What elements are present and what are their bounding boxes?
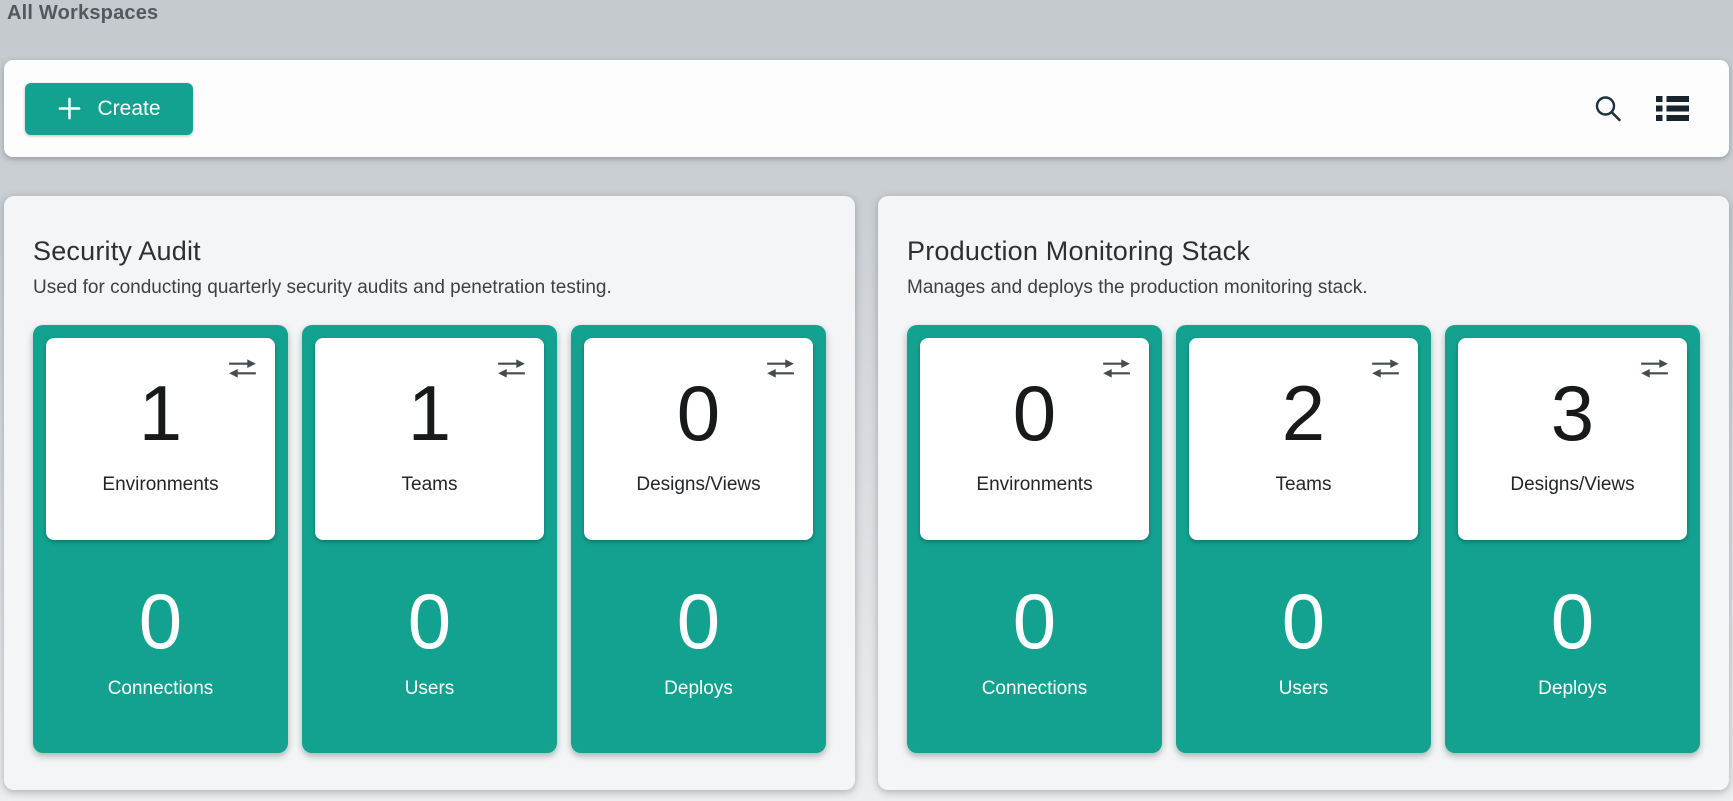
stat-card-back: 0 Connections <box>920 540 1149 740</box>
stat-card-back: 0 Deploys <box>1458 540 1687 740</box>
workspace-title: Security Audit <box>33 236 826 267</box>
workspace-stats-row: 0 Environments 0 Connections <box>907 325 1700 753</box>
swap-arrows-icon[interactable] <box>1102 358 1131 379</box>
stat-card-designs-views[interactable]: 3 Designs/Views 0 Deploys <box>1445 325 1700 753</box>
stat-value: 0 <box>677 374 720 452</box>
stat-card-front: 0 Designs/Views <box>584 338 813 540</box>
stat-value: 1 <box>139 374 182 452</box>
stat-value: 0 <box>408 582 451 660</box>
stat-label: Users <box>405 678 455 700</box>
stat-card-back: 0 Deploys <box>584 540 813 740</box>
stat-card-back: 0 Connections <box>46 540 275 740</box>
stat-card-front: 2 Teams <box>1189 338 1418 540</box>
stat-card-front: 3 Designs/Views <box>1458 338 1687 540</box>
plus-icon <box>57 96 82 121</box>
stat-value: 2 <box>1282 374 1325 452</box>
swap-arrows-icon[interactable] <box>1640 358 1669 379</box>
stat-card-environments[interactable]: 1 Environments 0 Connections <box>33 325 288 753</box>
page-title: All Workspaces <box>7 2 158 25</box>
stat-label: Connections <box>982 678 1088 700</box>
swap-arrows-icon[interactable] <box>766 358 795 379</box>
stat-card-front: 1 Teams <box>315 338 544 540</box>
workspace-card-production-monitoring-stack[interactable]: Production Monitoring Stack Manages and … <box>878 196 1729 790</box>
create-button-label: Create <box>97 97 160 121</box>
swap-arrows-icon[interactable] <box>1371 358 1400 379</box>
stat-card-back: 0 Users <box>315 540 544 740</box>
stat-label: Environments <box>102 474 218 496</box>
stat-card-back: 0 Users <box>1189 540 1418 740</box>
stat-label: Designs/Views <box>1510 474 1634 496</box>
workspace-description: Used for conducting quarterly security a… <box>33 277 826 299</box>
swap-arrows-icon[interactable] <box>497 358 526 379</box>
list-view-icon[interactable] <box>1656 96 1689 121</box>
stat-card-environments[interactable]: 0 Environments 0 Connections <box>907 325 1162 753</box>
toolbar-icons <box>1593 94 1689 124</box>
stat-value: 0 <box>1282 582 1325 660</box>
stat-label: Teams <box>402 474 458 496</box>
stat-label: Designs/Views <box>636 474 760 496</box>
stat-label: Connections <box>108 678 214 700</box>
stat-value: 0 <box>677 582 720 660</box>
stat-value: 1 <box>408 374 451 452</box>
stat-label: Users <box>1279 678 1329 700</box>
stat-card-designs-views[interactable]: 0 Designs/Views 0 Deploys <box>571 325 826 753</box>
swap-arrows-icon[interactable] <box>228 358 257 379</box>
stat-card-teams[interactable]: 2 Teams 0 Users <box>1176 325 1431 753</box>
stat-label: Environments <box>976 474 1092 496</box>
create-workspace-button[interactable]: Create <box>25 83 193 135</box>
stat-label: Deploys <box>664 678 733 700</box>
workspace-description: Manages and deploys the production monit… <box>907 277 1700 299</box>
workspace-cards-row: Security Audit Used for conducting quart… <box>4 196 1729 790</box>
workspace-title: Production Monitoring Stack <box>907 236 1700 267</box>
stat-card-front: 0 Environments <box>920 338 1149 540</box>
search-icon[interactable] <box>1593 94 1623 124</box>
stat-value: 3 <box>1551 374 1594 452</box>
toolbar: Create <box>4 60 1729 157</box>
stat-value: 0 <box>1551 582 1594 660</box>
stat-value: 0 <box>139 582 182 660</box>
stat-label: Teams <box>1276 474 1332 496</box>
stat-value: 0 <box>1013 374 1056 452</box>
workspace-card-security-audit[interactable]: Security Audit Used for conducting quart… <box>4 196 855 790</box>
stat-label: Deploys <box>1538 678 1607 700</box>
stat-card-teams[interactable]: 1 Teams 0 Users <box>302 325 557 753</box>
stat-card-front: 1 Environments <box>46 338 275 540</box>
workspace-stats-row: 1 Environments 0 Connections <box>33 325 826 753</box>
stat-value: 0 <box>1013 582 1056 660</box>
